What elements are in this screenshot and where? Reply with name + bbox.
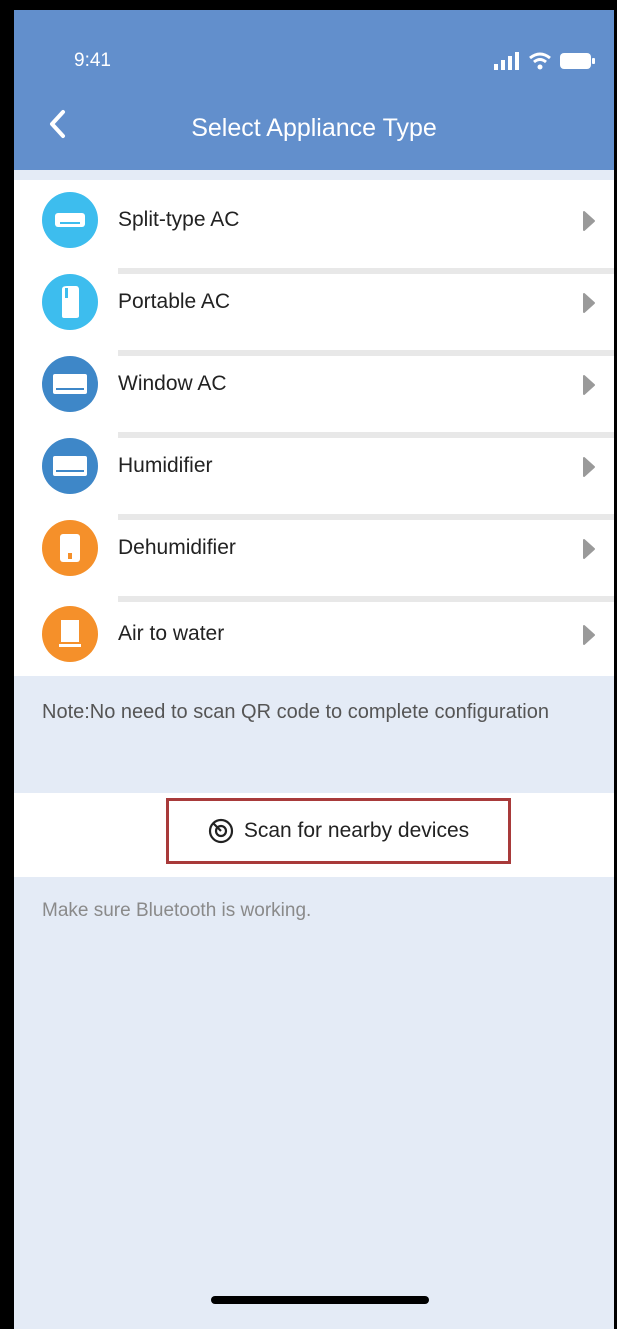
appliance-label: Split-type AC	[118, 208, 240, 231]
note-text: Note:No need to scan QR code to complete…	[42, 701, 549, 723]
dehumidifier-icon	[42, 520, 98, 576]
radar-icon	[208, 818, 233, 844]
appliance-label: Dehumidifier	[118, 536, 236, 559]
scan-label: Scan for nearby devices	[243, 819, 470, 842]
chevron-right-icon	[583, 293, 595, 313]
chevron-right-icon	[583, 375, 595, 395]
phone-screen: 9:41 Select Appliance Type Split-type AC…	[0, 0, 617, 1329]
chevron-right-icon	[583, 457, 595, 477]
appliance-list: Split-type AC Portable AC Window AC Humi…	[14, 180, 614, 676]
window-ac-icon	[42, 356, 98, 412]
appliance-label: Air to water	[118, 622, 225, 645]
appliance-item-dehumidifier[interactable]: Dehumidifier	[14, 508, 614, 590]
wifi-icon	[529, 52, 551, 70]
bluetooth-hint: Make sure Bluetooth is working.	[42, 900, 312, 921]
appliance-item-humidifier[interactable]: Humidifier	[14, 426, 614, 508]
status-time: 9:41	[74, 50, 111, 71]
appliance-item-window-ac[interactable]: Window AC	[14, 344, 614, 426]
scan-section: Scan for nearby devices	[14, 793, 614, 877]
appliance-label: Humidifier	[118, 454, 213, 477]
chevron-right-icon	[583, 211, 595, 231]
air-to-water-icon	[42, 606, 98, 662]
split-ac-icon	[42, 192, 98, 248]
chevron-right-icon	[583, 625, 595, 645]
humidifier-icon	[42, 438, 98, 494]
home-indicator[interactable]	[211, 1296, 429, 1304]
appliance-item-air-to-water[interactable]: Air to water	[14, 594, 614, 676]
appliance-item-portable-ac[interactable]: Portable AC	[14, 262, 614, 344]
chevron-right-icon	[583, 539, 595, 559]
status-icons	[494, 50, 596, 72]
page-title: Select Appliance Type	[191, 114, 437, 142]
appliance-item-split-ac[interactable]: Split-type AC	[14, 180, 614, 262]
app-header: 9:41 Select Appliance Type	[14, 10, 614, 170]
portable-ac-icon	[42, 274, 98, 330]
appliance-label: Portable AC	[118, 290, 231, 313]
scan-nearby-button[interactable]: Scan for nearby devices	[166, 798, 511, 864]
appliance-label: Window AC	[118, 372, 227, 395]
signal-icon	[494, 52, 519, 70]
battery-icon	[560, 53, 595, 69]
